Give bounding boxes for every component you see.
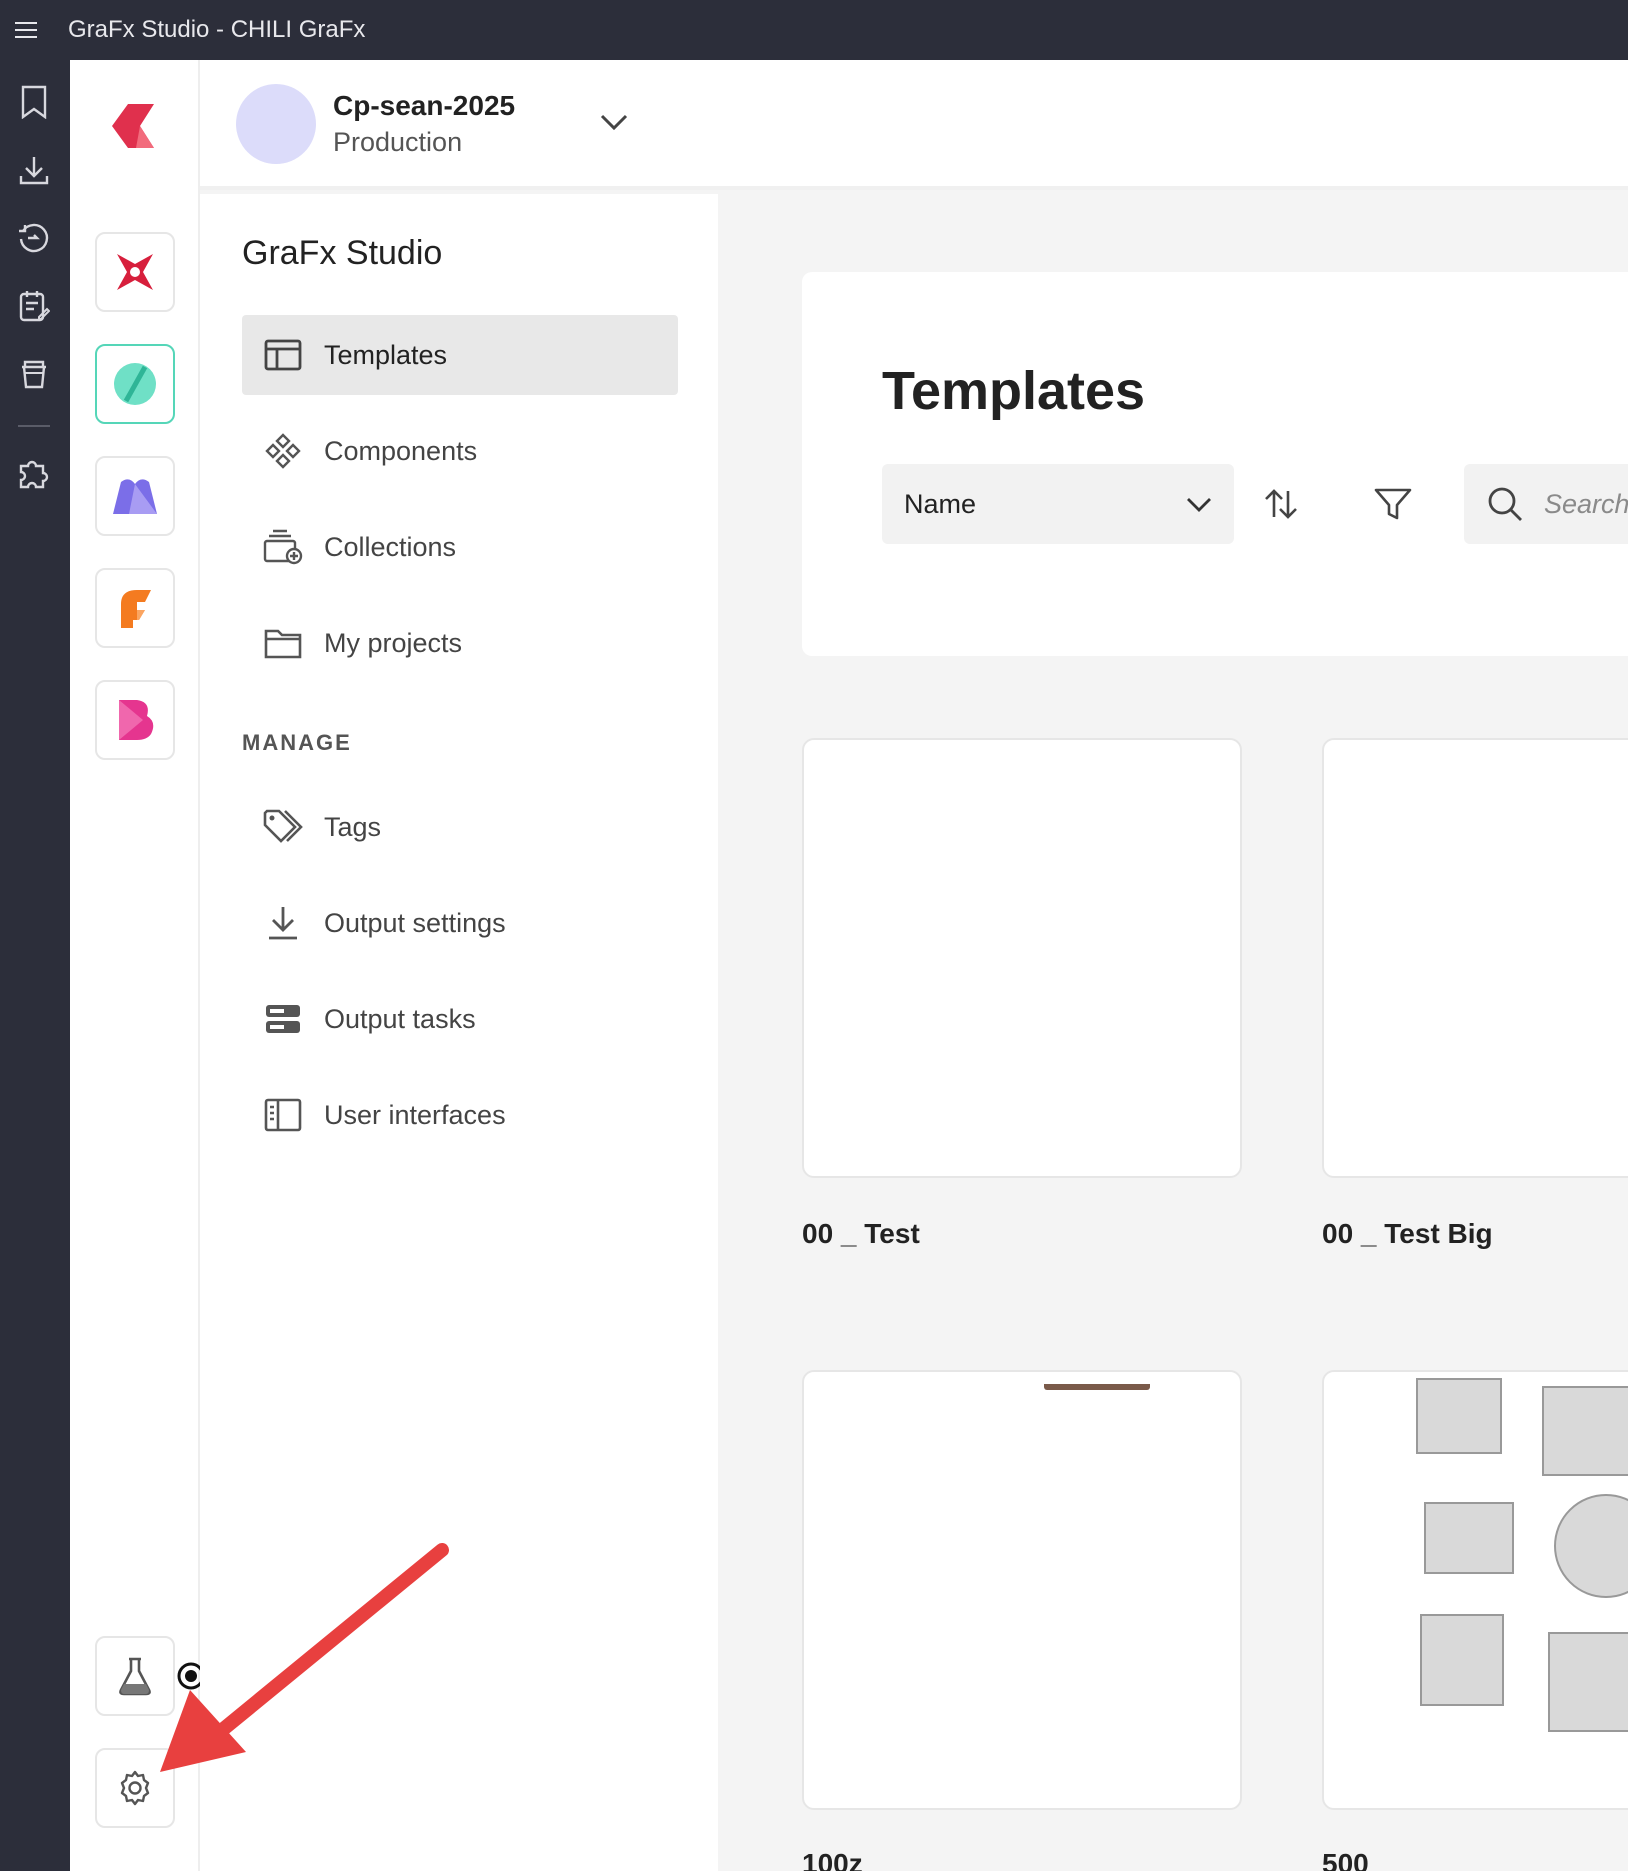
template-card-thumbnail[interactable]: [802, 738, 1242, 1178]
extensions-icon[interactable]: [14, 452, 54, 492]
app-tile-f[interactable]: [95, 568, 175, 648]
nav-item-label: Collections: [324, 531, 457, 562]
window-title: GraFx Studio - CHILI GraFx: [68, 16, 366, 43]
template-card-thumbnail[interactable]: [1322, 1370, 1628, 1810]
thumbnail-shape: [1420, 1614, 1504, 1706]
nav-item-components[interactable]: Components: [242, 411, 678, 491]
filter-icon: [1374, 488, 1412, 520]
toolbar-divider: [18, 425, 50, 427]
s-app-icon: [114, 363, 156, 405]
nav-item-label: Output settings: [324, 907, 506, 938]
nav-item-label: My projects: [324, 627, 463, 658]
thumbnail-shape: [1548, 1632, 1628, 1732]
nav-item-user-interfaces[interactable]: User interfaces: [242, 1075, 678, 1155]
nav-item-collections[interactable]: Collections: [242, 507, 678, 587]
gear-icon: [120, 1770, 150, 1806]
tag-icon: [262, 806, 304, 848]
sidebar-title: GraFx Studio: [242, 234, 443, 272]
template-card-thumbnail[interactable]: [802, 1370, 1242, 1810]
sort-by-value: Name: [904, 488, 977, 519]
app-tile-grafx-studio[interactable]: [95, 232, 175, 312]
chevron-down-icon: [1184, 494, 1214, 514]
thumbnail-shape: [1416, 1378, 1502, 1454]
app-tile-b[interactable]: [95, 680, 175, 760]
environment-name[interactable]: Cp-sean-2025: [333, 90, 515, 122]
templates-toolbar-panel: Templates Name: [802, 272, 1628, 656]
environment-header: Cp-sean-2025 Production: [200, 60, 1628, 190]
nav-item-templates[interactable]: Templates: [242, 315, 678, 395]
nav-item-output-tasks[interactable]: Output tasks: [242, 979, 678, 1059]
m-app-icon: [113, 479, 157, 514]
folder-icon: [262, 622, 304, 664]
template-card-thumbnail[interactable]: [1322, 738, 1628, 1178]
environment-type: Production: [333, 127, 463, 157]
b-app-icon: [119, 700, 154, 740]
download-icon[interactable]: [14, 150, 54, 190]
app-tile-smart[interactable]: [95, 344, 175, 424]
app-tile-labs[interactable]: [95, 1636, 175, 1716]
f-app-icon: [121, 590, 151, 628]
template-card-title[interactable]: 500: [1322, 1848, 1369, 1871]
nav-item-label: Output tasks: [324, 1003, 476, 1034]
download-icon: [262, 902, 304, 944]
avatar[interactable]: [236, 84, 316, 164]
collections-icon: [262, 526, 304, 568]
title-bar: GraFx Studio - CHILI GraFx: [0, 0, 1628, 60]
layout-icon: [262, 334, 304, 376]
page-title: Templates: [882, 361, 1146, 421]
app-rail: [70, 60, 205, 1871]
chili-logo-icon[interactable]: [106, 98, 162, 154]
thumbnail-shape: [1424, 1502, 1514, 1574]
sort-by-select[interactable]: Name: [882, 464, 1234, 544]
task-notes-icon[interactable]: [14, 286, 54, 326]
bookmark-icon[interactable]: [14, 82, 54, 122]
app-tile-m[interactable]: [95, 456, 175, 536]
nav-item-label: Templates: [324, 339, 448, 370]
nav-item-my-projects[interactable]: My projects: [242, 603, 678, 683]
search-input[interactable]: [1544, 488, 1628, 520]
nav-item-tags[interactable]: Tags: [242, 787, 678, 867]
cup-icon[interactable]: [14, 354, 54, 394]
manage-section-label: MANAGE: [242, 730, 352, 755]
nav-item-label: Tags: [324, 811, 382, 842]
search-field[interactable]: [1464, 464, 1628, 544]
sort-arrows-icon: [1265, 489, 1297, 519]
filter-button[interactable]: [1368, 479, 1418, 529]
flask-icon: [119, 1657, 151, 1696]
settings-button[interactable]: [95, 1748, 175, 1828]
tasks-icon: [262, 998, 304, 1040]
nav-item-label: Components: [324, 435, 478, 466]
nav-item-output-settings[interactable]: Output settings: [242, 883, 678, 963]
browser-toolbar: [0, 60, 70, 1871]
template-card-title[interactable]: 00 _ Test Big: [1322, 1218, 1493, 1250]
template-card-title[interactable]: 00 _ Test: [802, 1218, 920, 1250]
ui-icon: [262, 1094, 304, 1136]
components-icon: [262, 430, 304, 472]
thumbnail-shape: [1554, 1494, 1628, 1598]
thumbnail-shape: [1542, 1386, 1628, 1476]
history-icon[interactable]: [14, 218, 54, 258]
chevron-down-icon[interactable]: [596, 110, 632, 134]
template-card-title[interactable]: 100z: [802, 1848, 863, 1871]
main-content: Templates Name 00 _ Test 00 _ Test Big 1…: [718, 194, 1628, 1871]
sort-order-button[interactable]: [1256, 479, 1306, 529]
nav-item-label: User interfaces: [324, 1099, 506, 1130]
side-navigation: GraFx Studio Templates Components Collec…: [200, 194, 718, 1871]
search-icon: [1486, 485, 1524, 523]
star-app-icon: [117, 254, 153, 290]
thumbnail-image-fragment: [1044, 1384, 1150, 1390]
hamburger-menu-icon[interactable]: [0, 0, 52, 60]
